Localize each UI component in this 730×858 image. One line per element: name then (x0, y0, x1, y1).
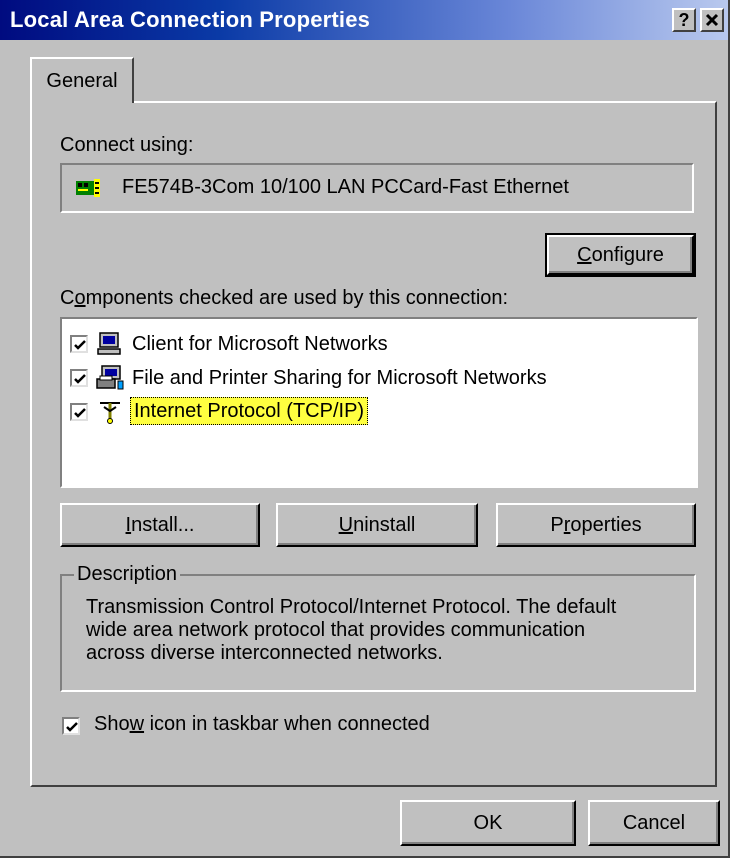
adapter-field: FE574B-3Com 10/100 LAN PCCard-Fast Ether… (60, 163, 694, 213)
install-label-rest: nstall... (131, 514, 195, 536)
show-icon-prefix: Sho (94, 713, 130, 735)
install-button[interactable]: Install... (60, 503, 260, 547)
ok-button[interactable]: OK (400, 800, 576, 846)
close-icon (705, 13, 719, 27)
components-label-rest: mponents checked are used by this connec… (85, 287, 509, 309)
title-bar[interactable]: Local Area Connection Properties ? (0, 0, 728, 40)
connect-using-label: Connect using: (60, 134, 194, 156)
properties-button[interactable]: Properties (496, 503, 696, 547)
component-checkbox[interactable] (70, 369, 88, 387)
configure-label-rest: onfigure (591, 244, 664, 266)
component-label: Client for Microsoft Networks (132, 333, 388, 355)
window-title: Local Area Connection Properties (10, 7, 371, 32)
description-line: across diverse interconnected networks. (86, 642, 443, 664)
show-icon-label[interactable]: Show icon in taskbar when connected (94, 713, 430, 736)
checkmark-icon (74, 408, 86, 418)
component-checkbox[interactable] (70, 335, 88, 353)
description-legend: Description (74, 563, 181, 586)
configure-button[interactable]: Configure (545, 233, 696, 277)
component-checkbox[interactable] (70, 403, 88, 421)
components-label-prefix: C (60, 287, 75, 309)
file-printer-sharing-icon (96, 365, 124, 390)
properties-label-rest: operties (570, 514, 642, 536)
tab-general[interactable]: General (30, 57, 134, 103)
cancel-button[interactable]: Cancel (588, 800, 720, 846)
protocol-icon (100, 402, 120, 424)
description-line: wide area network protocol that provides… (86, 619, 586, 641)
close-button[interactable] (700, 8, 724, 32)
description-text: Transmission Control Protocol/Internet P… (86, 596, 676, 665)
component-label: File and Printer Sharing for Microsoft N… (132, 367, 547, 389)
components-list[interactable]: Client for Microsoft Networks File and P… (60, 317, 698, 488)
properties-label-prefix: P (550, 514, 564, 536)
properties-dialog: Local Area Connection Properties ? Gener… (0, 0, 730, 858)
component-label-selected: Internet Protocol (TCP/IP) (130, 397, 369, 425)
components-label: Components checked are used by this conn… (60, 287, 508, 310)
help-button[interactable]: ? (672, 8, 696, 32)
uninstall-button[interactable]: Uninstall (276, 503, 478, 547)
show-icon-rest: icon in taskbar when connected (144, 713, 430, 735)
uninstall-mnemonic: U (338, 514, 354, 536)
components-label-mnemonic: o (74, 287, 86, 309)
uninstall-label-rest: ninstall (353, 514, 416, 536)
checkmark-icon (66, 722, 78, 732)
show-icon-mnemonic: w (129, 713, 145, 735)
description-line: Transmission Control Protocol/Internet P… (86, 596, 617, 618)
show-icon-checkbox[interactable] (62, 717, 80, 735)
network-client-icon (97, 332, 121, 355)
network-card-icon (76, 179, 100, 197)
adapter-name: FE574B-3Com 10/100 LAN PCCard-Fast Ether… (122, 176, 569, 198)
configure-mnemonic: C (577, 244, 592, 266)
checkmark-icon (74, 374, 86, 384)
checkmark-icon (74, 340, 86, 350)
